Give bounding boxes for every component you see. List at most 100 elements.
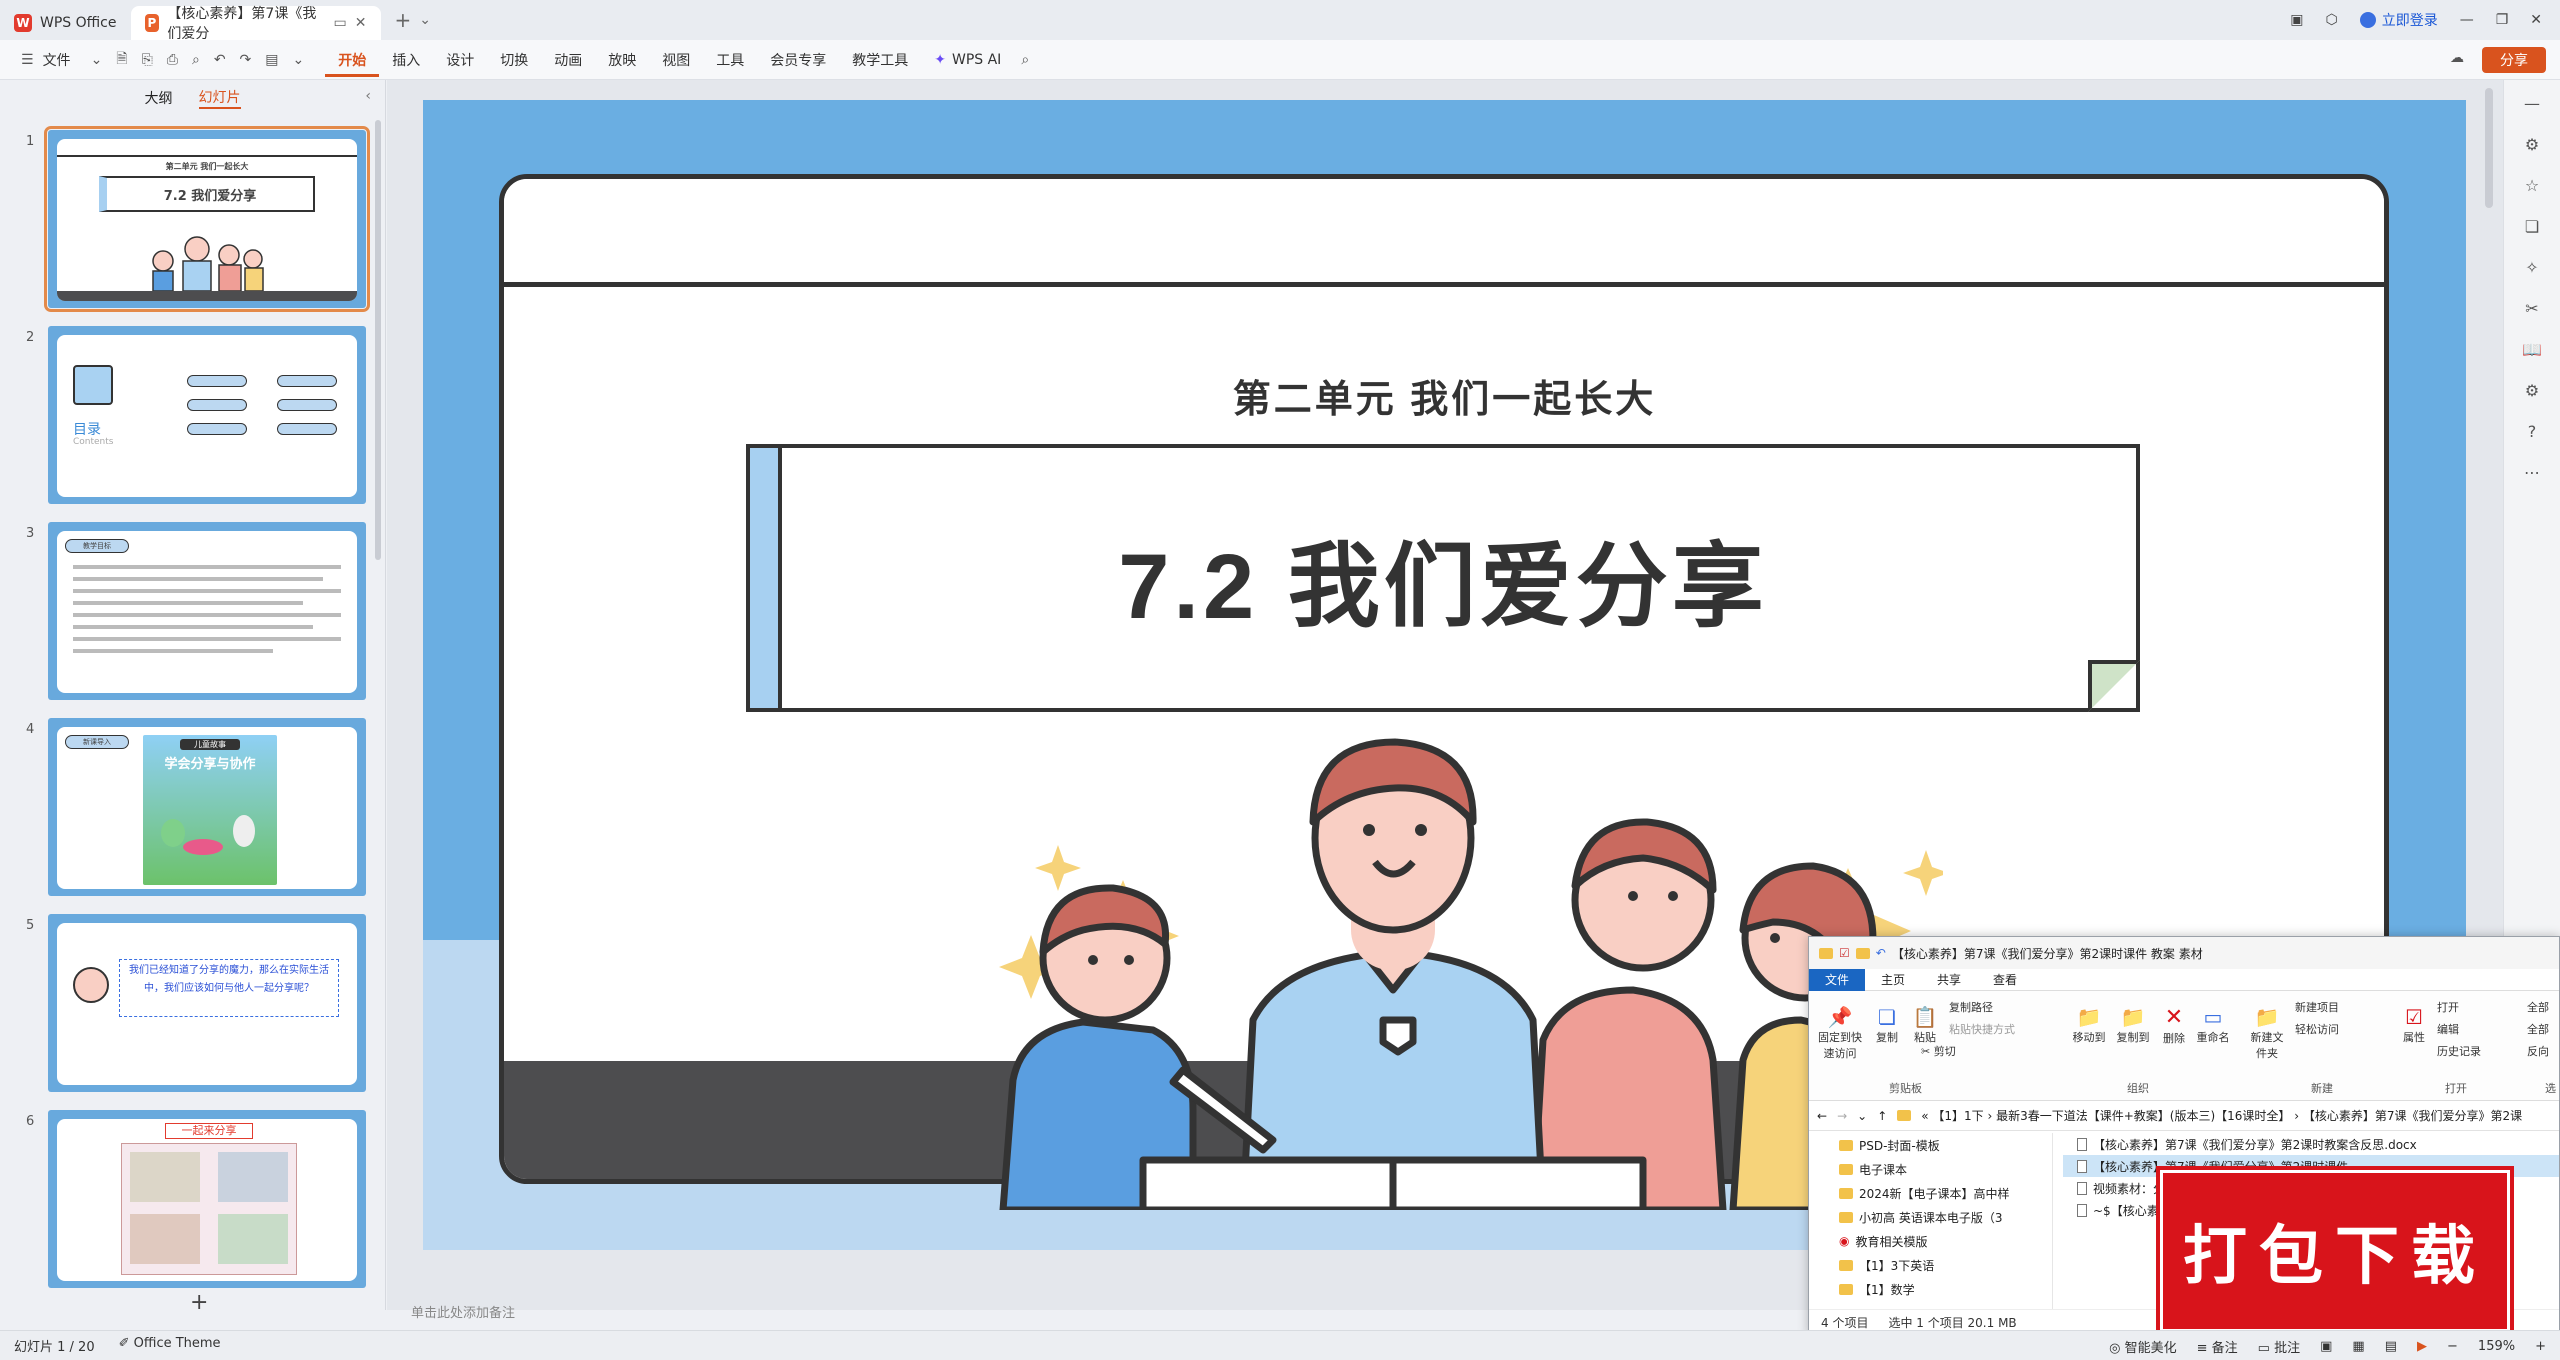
- cloud-sync-icon[interactable]: ☁: [2450, 50, 2464, 66]
- thumbnail-slide-2[interactable]: 目录 Contents: [48, 326, 366, 504]
- undo-icon[interactable]: ↶: [1876, 946, 1886, 960]
- new-folder-button[interactable]: 📁 新建文件夹: [2247, 1005, 2287, 1061]
- nav-item[interactable]: 2024新【电子课本】高中样: [1809, 1181, 2052, 1205]
- edit-button[interactable]: 编辑: [2437, 1021, 2459, 1037]
- pin-button[interactable]: 📌 固定到快速访问: [1815, 1005, 1865, 1061]
- file-item[interactable]: 【核心素养】第7课《我们爱分享》第2课时教案含反思.docx: [2063, 1133, 2559, 1155]
- cube-icon[interactable]: ⬡: [2325, 12, 2337, 28]
- sorter-view-icon[interactable]: ▦: [2352, 1339, 2364, 1354]
- new-item-button[interactable]: 新建项目: [2295, 999, 2339, 1015]
- slide-title[interactable]: 7.2 我们爱分享: [750, 448, 2136, 708]
- nav-item[interactable]: ◉ 教育相关模版: [1809, 1229, 2052, 1253]
- nav-item[interactable]: PSD-封面-模板: [1809, 1133, 2052, 1157]
- window-layout-icon[interactable]: ▣: [2290, 12, 2303, 28]
- monitor-icon[interactable]: ▭: [334, 15, 347, 31]
- thumbnail-slide-6[interactable]: 一起来分享: [48, 1110, 366, 1288]
- comments-button[interactable]: ▭ 批注: [2258, 1337, 2300, 1356]
- share-button[interactable]: 分享: [2482, 47, 2546, 73]
- star-icon[interactable]: ☆: [2525, 176, 2539, 195]
- tab-transition[interactable]: 切换: [487, 50, 541, 70]
- up-arrow-icon[interactable]: ↑: [1877, 1109, 1887, 1123]
- tab-slides[interactable]: 幻灯片: [198, 87, 241, 109]
- tab-design[interactable]: 设计: [433, 50, 487, 70]
- magic-icon[interactable]: ✧: [2525, 258, 2538, 277]
- beautify-button[interactable]: ◎ 智能美化: [2109, 1337, 2177, 1356]
- open-button[interactable]: 打开: [2437, 999, 2459, 1015]
- tool-icon[interactable]: ✂: [2525, 299, 2538, 318]
- nav-item[interactable]: 【1】数学: [1809, 1277, 2052, 1301]
- login-link[interactable]: 立即登录: [2359, 10, 2438, 30]
- thumbnail-row[interactable]: 1 第二单元 我们一起长大 7.2 我们爱分享: [0, 126, 386, 312]
- reading-view-icon[interactable]: ▤: [2385, 1339, 2397, 1354]
- notes-placeholder[interactable]: 单击此处添加备注: [411, 1302, 515, 1321]
- tab-outline[interactable]: 大纲: [145, 88, 173, 108]
- collapse-pane-icon[interactable]: ‹: [365, 88, 371, 104]
- minimize-pane-icon[interactable]: —: [2524, 94, 2540, 113]
- thumbnail-slide-3[interactable]: 教学目标: [48, 522, 366, 700]
- nav-item[interactable]: 小初高 英语课本电子版（3: [1809, 1205, 2052, 1229]
- notes-button[interactable]: ≡ 备注: [2197, 1337, 2238, 1356]
- recent-chevron-icon[interactable]: ⌄: [1857, 1109, 1867, 1123]
- select-all-button[interactable]: 全部: [2527, 999, 2549, 1015]
- tab-view[interactable]: 视图: [649, 50, 703, 70]
- settings-icon[interactable]: ⚙: [2525, 381, 2539, 400]
- forward-arrow-icon[interactable]: →: [1837, 1109, 1847, 1123]
- play-icon[interactable]: ▶: [2417, 1339, 2427, 1354]
- tab-document[interactable]: P 【核心素养】第7课《我们爱分 ▭ ✕: [130, 6, 381, 42]
- paste-shortcut-button[interactable]: 粘贴快捷方式: [1949, 1021, 2015, 1037]
- easy-access-button[interactable]: 轻松访问: [2295, 1021, 2339, 1037]
- hamburger-menu-icon[interactable]: ☰: [14, 52, 41, 68]
- thumbnail-slide-1[interactable]: 第二单元 我们一起长大 7.2 我们爱分享: [44, 126, 370, 312]
- back-arrow-icon[interactable]: ←: [1817, 1109, 1827, 1123]
- copy-icon[interactable]: ❏: [2525, 217, 2539, 236]
- more-chevron-icon[interactable]: ⌄: [286, 52, 312, 68]
- move-to-button[interactable]: 📁 移动到: [2069, 1005, 2109, 1045]
- close-window-icon[interactable]: ✕: [2530, 12, 2542, 28]
- new-tab-plus-icon[interactable]: +: [395, 8, 412, 32]
- tab-wps-office[interactable]: W WPS Office: [0, 6, 131, 40]
- add-slide-plus-icon[interactable]: +: [190, 1290, 208, 1315]
- format-painter-icon[interactable]: ▤: [258, 52, 285, 68]
- zoom-out-icon[interactable]: −: [2447, 1339, 2458, 1354]
- close-tab-icon[interactable]: ✕: [355, 15, 367, 31]
- select-none-button[interactable]: 全部: [2527, 1021, 2549, 1037]
- adjust-icon[interactable]: ⚙: [2525, 135, 2539, 154]
- download-stamp-button[interactable]: 打包下载: [2160, 1170, 2510, 1332]
- sharing-people-illustration[interactable]: [943, 690, 1943, 1210]
- nav-item[interactable]: 【1】3下英语: [1809, 1253, 2052, 1277]
- help-icon[interactable]: ?: [2528, 422, 2537, 441]
- thumbnail-slide-5[interactable]: 我们已经知道了分享的魔力，那么在实际生活中，我们应该如何与他人一起分享呢？: [48, 914, 366, 1092]
- file-menu[interactable]: 文件: [41, 50, 84, 70]
- normal-view-icon[interactable]: ▣: [2320, 1339, 2332, 1354]
- thumbnail-row[interactable]: 2 目录 Contents: [0, 326, 386, 504]
- more-icon[interactable]: ⋯: [2524, 463, 2540, 482]
- copy-path-button[interactable]: 复制路径: [1949, 999, 1993, 1015]
- chevron-down-icon[interactable]: ⌄: [84, 52, 110, 68]
- properties-button[interactable]: ☑ 属性: [2399, 1005, 2429, 1045]
- maximize-icon[interactable]: ❐: [2496, 12, 2509, 28]
- paste-button[interactable]: 📋 粘贴: [1909, 1005, 1941, 1045]
- book-icon[interactable]: 📖: [2522, 340, 2542, 359]
- tab-list-chevron-icon[interactable]: ⌄: [419, 12, 431, 28]
- export-pdf-icon[interactable]: ⎘: [135, 52, 160, 68]
- thumbnail-slide-4[interactable]: 新课导入 儿童故事 学会分享与协作: [48, 718, 366, 896]
- tab-member[interactable]: 会员专享: [757, 50, 839, 70]
- rename-button[interactable]: ▭ 重命名: [2193, 1005, 2233, 1045]
- zoom-in-icon[interactable]: +: [2535, 1339, 2546, 1354]
- thumbnail-row[interactable]: 6 一起来分享: [0, 1110, 386, 1288]
- tab-teaching-tools[interactable]: 教学工具: [839, 50, 921, 70]
- delete-button[interactable]: ✕ 删除: [2159, 1005, 2189, 1046]
- tab-tools[interactable]: 工具: [703, 50, 757, 70]
- slide-subtitle[interactable]: 第二单元 我们一起长大: [423, 368, 2466, 423]
- canvas-scrollbar[interactable]: [2485, 88, 2493, 208]
- explorer-address-bar[interactable]: ← → ⌄ ↑ « 【1】1下 › 最新3春一下道法【课件+教案】(版本三)【1…: [1809, 1101, 2559, 1131]
- thumbnail-row[interactable]: 4 新课导入 儿童故事 学会分享与协作: [0, 718, 386, 896]
- tab-insert[interactable]: 插入: [379, 50, 433, 70]
- print-preview-icon[interactable]: ⌕: [185, 52, 207, 68]
- tab-slideshow[interactable]: 放映: [595, 50, 649, 70]
- zoom-level[interactable]: 159%: [2478, 1339, 2515, 1354]
- minimize-icon[interactable]: —: [2460, 12, 2474, 28]
- redo-icon[interactable]: ↷: [233, 52, 259, 68]
- explorer-tab-share[interactable]: 共享: [1921, 969, 1977, 991]
- thumbnail-row[interactable]: 5 我们已经知道了分享的魔力，那么在实际生活中，我们应该如何与他人一起分享呢？: [0, 914, 386, 1092]
